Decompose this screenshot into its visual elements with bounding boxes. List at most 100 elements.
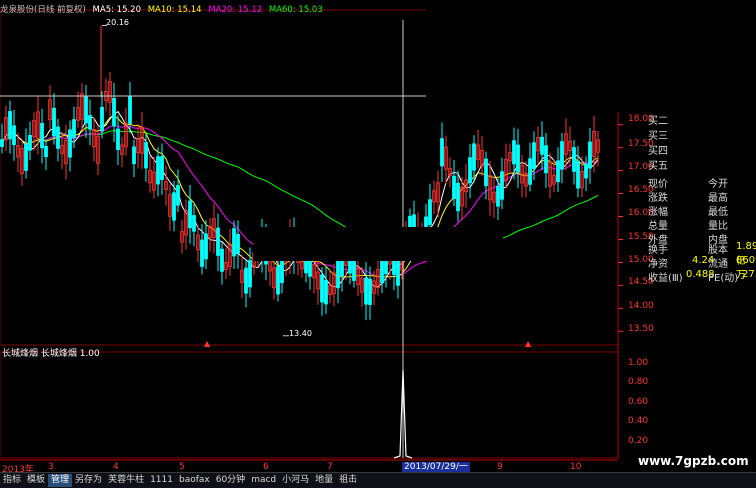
candle-body: [280, 260, 284, 284]
stat-row: 净资4.24流通8609万: [648, 255, 756, 281]
candle-body: [516, 144, 520, 173]
ma5-value: MA5: 15.20: [92, 5, 142, 15]
candle-body: [88, 115, 92, 130]
candle-body: [544, 145, 548, 174]
candle-body: [236, 233, 240, 254]
date-tick: 6: [263, 462, 269, 472]
candle-body: [216, 227, 220, 256]
candle-body: [132, 146, 136, 165]
toolbar-item-formula[interactable]: 芙蓉牛柱: [105, 474, 147, 487]
candle-body: [244, 267, 248, 294]
toolbar-item-baofax[interactable]: baofax: [176, 474, 213, 487]
candle-body: [68, 129, 72, 158]
toolbar-item-ambush[interactable]: 祖击: [336, 474, 360, 487]
candle-body: [52, 107, 56, 137]
quote-row: 总量 量比: [648, 221, 728, 232]
redacted-area: [426, 0, 756, 112]
quote-row: 现价 今开: [648, 179, 728, 190]
toolbar-item-60min[interactable]: 60分钟: [213, 474, 248, 487]
candle-body: [0, 139, 4, 147]
candle-body: [336, 259, 340, 289]
candle-body: [572, 147, 576, 172]
period-marker: ▲: [525, 339, 532, 348]
candle-body: [84, 96, 88, 124]
candle-body: [320, 274, 324, 303]
date-tick: 7: [327, 462, 333, 472]
candle-body: [368, 278, 372, 305]
candle-body: [44, 145, 48, 158]
candle-body: [468, 157, 472, 184]
candle-body: [512, 140, 516, 165]
buy-row: 买四: [648, 146, 668, 157]
candle-body: [232, 228, 236, 257]
candle-body: [188, 200, 192, 229]
cursor-date-label: 2013/07/29/一: [402, 462, 470, 472]
period-marker: ▲: [204, 339, 211, 348]
ma10-value: MA10: 15.14: [147, 5, 202, 15]
candle-body: [540, 136, 544, 155]
candle-body: [496, 185, 500, 207]
date-tick: 9: [497, 462, 503, 472]
indicator-tick: 0.80: [628, 377, 649, 387]
candle-body: [588, 141, 592, 169]
candle-body: [100, 106, 104, 132]
candle-body: [456, 182, 460, 212]
candle-body: [172, 192, 176, 221]
ma-legend: 龙泉股份(日线 前复权) MA5: 15.20 MA10: 15.14 MA20…: [0, 5, 327, 16]
quote-row: 涨幅 最低: [648, 207, 728, 218]
candle-body: [248, 260, 252, 288]
indicator-tick: 0.60: [628, 397, 649, 407]
indicator-tick: 0.40: [628, 416, 649, 426]
toolbar-item-manage[interactable]: 管理: [48, 474, 73, 487]
candle-body: [28, 134, 32, 151]
candle-body: [276, 266, 280, 295]
date-tick: 5: [179, 462, 185, 472]
indicator-tick: 1.00: [628, 358, 649, 368]
stat-row: 收益(Ⅲ)0.488PE(动)27.9: [648, 269, 756, 284]
candle-body: [576, 160, 580, 189]
toolbar-item-1111[interactable]: 1111: [147, 474, 176, 487]
candle-body: [128, 96, 132, 124]
candle-body: [176, 185, 180, 206]
candle-body: [116, 128, 120, 151]
toolbar-item-hema[interactable]: 小河马: [279, 474, 312, 487]
candle-body: [560, 141, 564, 170]
candle-body: [112, 98, 116, 127]
candle-body: [364, 277, 368, 305]
candle-body: [56, 126, 60, 149]
date-tick: 4: [113, 462, 119, 472]
candle-body: [440, 138, 444, 167]
toolbar-item-macd[interactable]: macd: [248, 474, 279, 487]
candle-body: [24, 143, 28, 171]
candle-body: [72, 119, 76, 138]
watermark: www.7gpzb.com: [638, 454, 749, 468]
buy-row: 买五: [648, 161, 668, 172]
toolbar-item-indicator[interactable]: 指标: [0, 474, 24, 487]
ma60-value: MA60: 15.03: [268, 5, 323, 15]
candle-body: [192, 215, 196, 232]
candle-body: [528, 158, 532, 185]
candle-body: [428, 199, 432, 225]
toolbar-item-low-volume[interactable]: 地量: [312, 474, 336, 487]
candle-body: [556, 160, 560, 183]
buy-row: 买二: [648, 116, 668, 127]
candle-body: [324, 279, 328, 305]
buy-row: 买三: [648, 131, 668, 142]
candle-body: [12, 125, 16, 146]
stat-row: 换手 股本 1.89亿: [648, 241, 756, 267]
candle-body: [204, 233, 208, 260]
toolbar-item-template[interactable]: 模板: [24, 474, 48, 487]
stock-title: 龙泉股份(日线 前复权): [0, 5, 86, 15]
candle-body: [396, 257, 400, 286]
candle-body: [220, 248, 224, 272]
candle-body: [484, 158, 488, 187]
date-tick: 10: [570, 462, 582, 472]
quote-row: 涨跌 最高: [648, 193, 728, 204]
ma20-value: MA20: 15.12: [208, 5, 263, 15]
bottom-toolbar: 指标 模板 管理 另存为 芙蓉牛柱 1111 baofax 60分钟 macd …: [0, 472, 756, 488]
candle-body: [156, 156, 160, 185]
toolbar-item-save-as[interactable]: 另存为: [72, 474, 105, 487]
high-price-label: 20.16: [106, 18, 129, 27]
indicator-title: 长城烽烟 长城烽烟 1.00: [2, 349, 100, 359]
price-tick: 14.00: [628, 301, 654, 311]
